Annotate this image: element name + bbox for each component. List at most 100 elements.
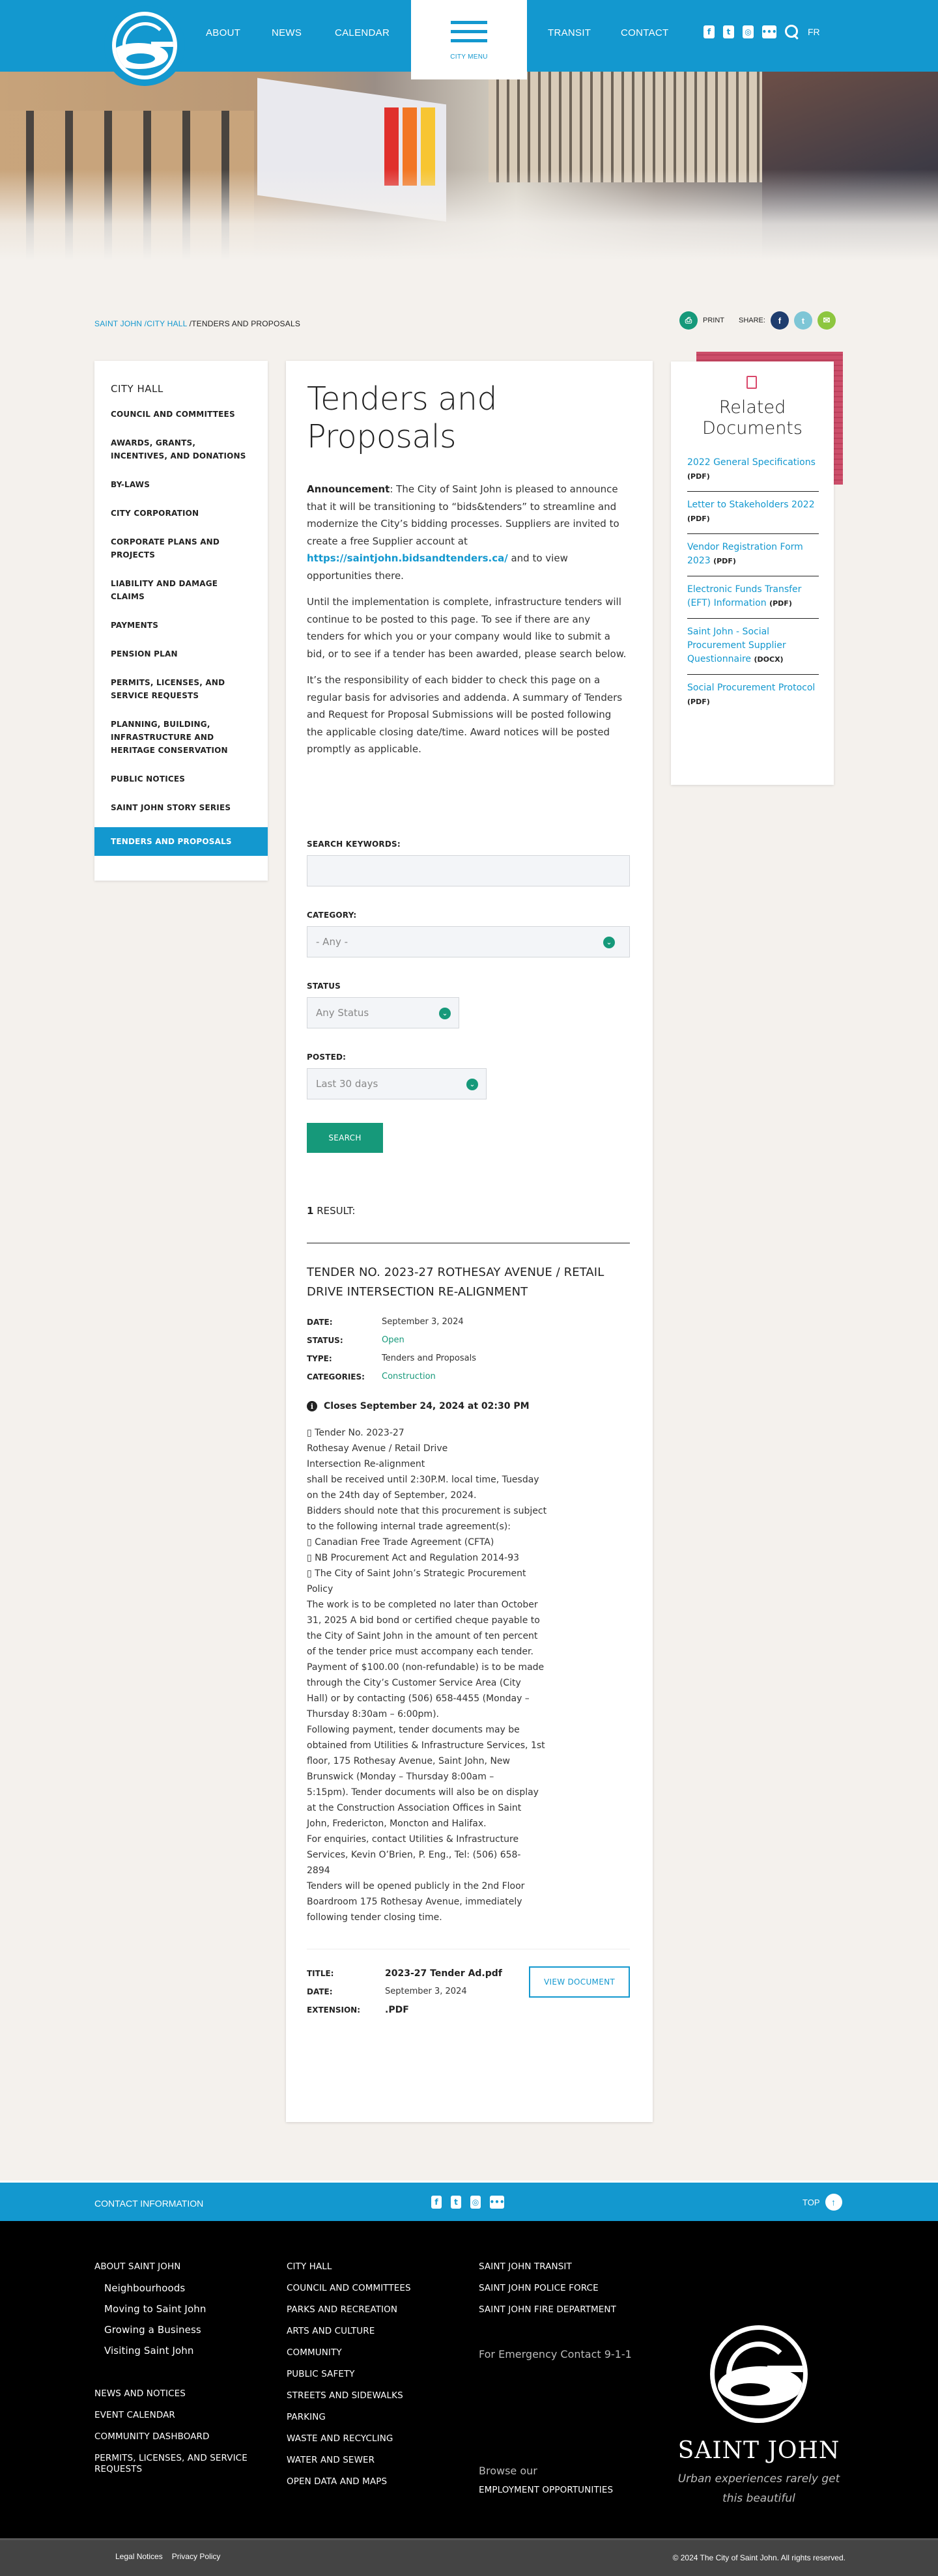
related-documents-panel: Related Documents 2022 General Specifica… xyxy=(671,361,834,785)
twitter-icon[interactable]: t xyxy=(451,2196,461,2209)
flickr-icon[interactable]: ••• xyxy=(762,25,777,38)
footer-link[interactable]: CITY HALL xyxy=(287,2261,456,2272)
sidebar-item[interactable]: BY-LAWS xyxy=(94,478,268,491)
related-document-link[interactable]: Vendor Registration Form 2023 xyxy=(687,542,803,566)
meta-key: CATEGORIES: xyxy=(307,1372,365,1381)
flickr-icon[interactable]: ••• xyxy=(490,2196,505,2209)
language-toggle[interactable]: FR xyxy=(808,27,820,37)
status-value: Open xyxy=(382,1335,405,1345)
hero-image xyxy=(0,72,938,261)
footer-link[interactable]: SAINT JOHN POLICE FORCE xyxy=(479,2283,648,2294)
footer-sublink[interactable]: Moving to Saint John xyxy=(94,2304,277,2315)
nav-contact[interactable]: CONTACT xyxy=(621,27,668,38)
footer-sublink[interactable]: Visiting Saint John xyxy=(94,2345,277,2357)
sidebar-item[interactable]: PUBLIC NOTICES xyxy=(94,772,268,786)
search-icon[interactable] xyxy=(785,25,799,39)
footer-link[interactable]: WATER AND SEWER xyxy=(287,2455,456,2466)
main-content-card: Tenders and Proposals Announcement: The … xyxy=(286,361,653,2122)
search-button[interactable]: SEARCH xyxy=(307,1123,383,1153)
sidebar-item[interactable]: CITY CORPORATION xyxy=(94,507,268,520)
footer-link[interactable]: EVENT CALENDAR xyxy=(94,2410,277,2421)
instagram-icon[interactable]: ◎ xyxy=(743,25,754,38)
meta-row: TYPE: Tenders and Proposals xyxy=(307,1350,630,1368)
footer-link[interactable]: WASTE AND RECYCLING xyxy=(287,2433,456,2444)
footer-link[interactable]: OPEN DATA AND MAPS xyxy=(287,2476,456,2487)
sidebar-item[interactable]: PENSION PLAN xyxy=(94,647,268,660)
sidebar-item[interactable]: PLANNING, BUILDING, INFRASTRUCTURE AND H… xyxy=(94,718,268,757)
footer-link[interactable]: SAINT JOHN TRANSIT xyxy=(479,2261,648,2272)
nav-calendar[interactable]: CALENDAR xyxy=(335,27,390,38)
footer-link[interactable]: PUBLIC SAFETY xyxy=(287,2369,456,2380)
footer-sublink[interactable]: Neighbourhoods xyxy=(94,2283,277,2294)
footer-about-saint-john[interactable]: ABOUT SAINT JOHN xyxy=(94,2261,277,2272)
footer-link[interactable]: COMMUNITY xyxy=(287,2347,456,2358)
status-select[interactable]: Any Status ⌄ xyxy=(307,997,459,1028)
document-extension: .PDF xyxy=(385,2005,409,2015)
employment-opportunities-link[interactable]: EMPLOYMENT OPPORTUNITIES xyxy=(479,2485,648,2496)
description-line: Intersection Re-alignment xyxy=(307,1459,425,1469)
breadcrumb-saint-john[interactable]: SAINT JOHN xyxy=(94,319,142,328)
saint-john-logo[interactable] xyxy=(104,5,185,86)
sidebar-item[interactable]: TENDERS AND PROPOSALS xyxy=(94,827,268,856)
document-date: September 3, 2024 xyxy=(385,1987,467,1996)
bidsandtenders-link[interactable]: https://saintjohn.bidsandtenders.ca/ xyxy=(307,552,508,564)
city-hall-sidebar: CITY HALL COUNCIL AND COMMITTEES AWARDS, … xyxy=(94,361,268,881)
sidebar-item[interactable]: LIABILITY AND DAMAGE CLAIMS xyxy=(94,577,268,603)
description-line: shall be received until 2:30P.M. local t… xyxy=(307,1475,539,1485)
related-document-link[interactable]: Letter to Stakeholders 2022 xyxy=(687,500,815,510)
related-document-link[interactable]: Social Procurement Protocol xyxy=(687,683,815,693)
sidebar-item[interactable]: COUNCIL AND COMMITTEES xyxy=(94,408,268,421)
posted-select[interactable]: Last 30 days ⌄ xyxy=(307,1068,487,1099)
instagram-icon[interactable]: ◎ xyxy=(470,2196,481,2209)
print-icon[interactable]: ⎙ xyxy=(679,311,698,330)
document-icon xyxy=(746,376,757,389)
legal-notices-link[interactable]: Legal Notices xyxy=(115,2552,163,2561)
print-label[interactable]: PRINT xyxy=(703,317,724,324)
breadcrumb-city-hall[interactable]: /CITY HALL xyxy=(145,319,187,328)
footer-link[interactable]: PARKS AND RECREATION xyxy=(287,2304,456,2315)
sidebar-item[interactable]: CORPORATE PLANS AND PROJECTS xyxy=(94,535,268,561)
description-line: at the Construction Association Offices … xyxy=(307,1803,522,1813)
sidebar-item[interactable]: PAYMENTS xyxy=(94,619,268,632)
city-menu-button[interactable]: CITY MENU xyxy=(411,0,527,79)
contact-information-link[interactable]: CONTACT INFORMATION xyxy=(94,2198,203,2209)
footer-link[interactable]: PERMITS, LICENSES, AND SERVICE REQUESTS xyxy=(94,2453,277,2475)
description-line: Services, Kevin O’Brien, P. Eng., Tel: (… xyxy=(307,1850,521,1860)
footer: ABOUT SAINT JOHN Neighbourhoods Moving to… xyxy=(0,2221,938,2538)
keywords-input[interactable] xyxy=(307,855,630,886)
nav-about[interactable]: ABOUT xyxy=(206,27,240,38)
footer-link[interactable]: COUNCIL AND COMMITTEES xyxy=(287,2283,456,2294)
description-line: following tender closing time. xyxy=(307,1912,442,1923)
tender-title[interactable]: TENDER NO. 2023-27 ROTHESAY AVENUE / RET… xyxy=(307,1263,619,1302)
share-facebook-icon[interactable]: f xyxy=(770,311,789,330)
nav-transit[interactable]: TRANSIT xyxy=(548,27,591,38)
related-document-link[interactable]: 2022 General Specifications xyxy=(687,457,816,468)
emergency-contact: For Emergency Contact 9-1-1 xyxy=(479,2348,632,2360)
share-twitter-icon[interactable]: t xyxy=(793,311,812,330)
footer-link[interactable]: NEWS AND NOTICES xyxy=(94,2388,277,2399)
sidebar-item[interactable]: PERMITS, LICENSES, AND SERVICE REQUESTS xyxy=(94,676,268,702)
back-to-top-button[interactable]: TOP ↑ xyxy=(803,2194,842,2211)
facebook-icon[interactable]: f xyxy=(431,2196,442,2209)
description-line: Policy xyxy=(307,1584,334,1594)
nav-news[interactable]: NEWS xyxy=(272,27,302,38)
view-document-button[interactable]: VIEW DOCUMENT xyxy=(529,1966,630,1998)
status-label: STATUS xyxy=(307,982,341,991)
footer-link[interactable]: ARTS AND CULTURE xyxy=(287,2326,456,2337)
description-line: Tenders will be opened publicly in the 2… xyxy=(307,1881,525,1891)
twitter-icon[interactable]: t xyxy=(723,25,734,38)
footer-link[interactable]: STREETS AND SIDEWALKS xyxy=(287,2390,456,2401)
footer-link[interactable]: SAINT JOHN FIRE DEPARTMENT xyxy=(479,2304,648,2315)
share-email-icon[interactable]: ✉ xyxy=(817,311,836,330)
footer-link[interactable]: COMMUNITY DASHBOARD xyxy=(94,2431,277,2442)
responsibility-paragraph: It’s the responsibility of each bidder t… xyxy=(307,674,623,755)
category-select[interactable]: - Any - ⌄ xyxy=(307,926,630,957)
sidebar-item[interactable]: SAINT JOHN STORY SERIES xyxy=(94,801,268,814)
footer-sublink[interactable]: Growing a Business xyxy=(94,2325,277,2336)
sidebar-item[interactable]: AWARDS, GRANTS, INCENTIVES, AND DONATION… xyxy=(94,436,268,462)
privacy-policy-link[interactable]: Privacy Policy xyxy=(172,2552,221,2561)
footer-link[interactable]: PARKING xyxy=(287,2412,456,2423)
description-line: ▯ Tender No. 2023-27 xyxy=(307,1428,405,1438)
facebook-icon[interactable]: f xyxy=(704,25,715,38)
category-link[interactable]: Construction xyxy=(382,1368,436,1386)
